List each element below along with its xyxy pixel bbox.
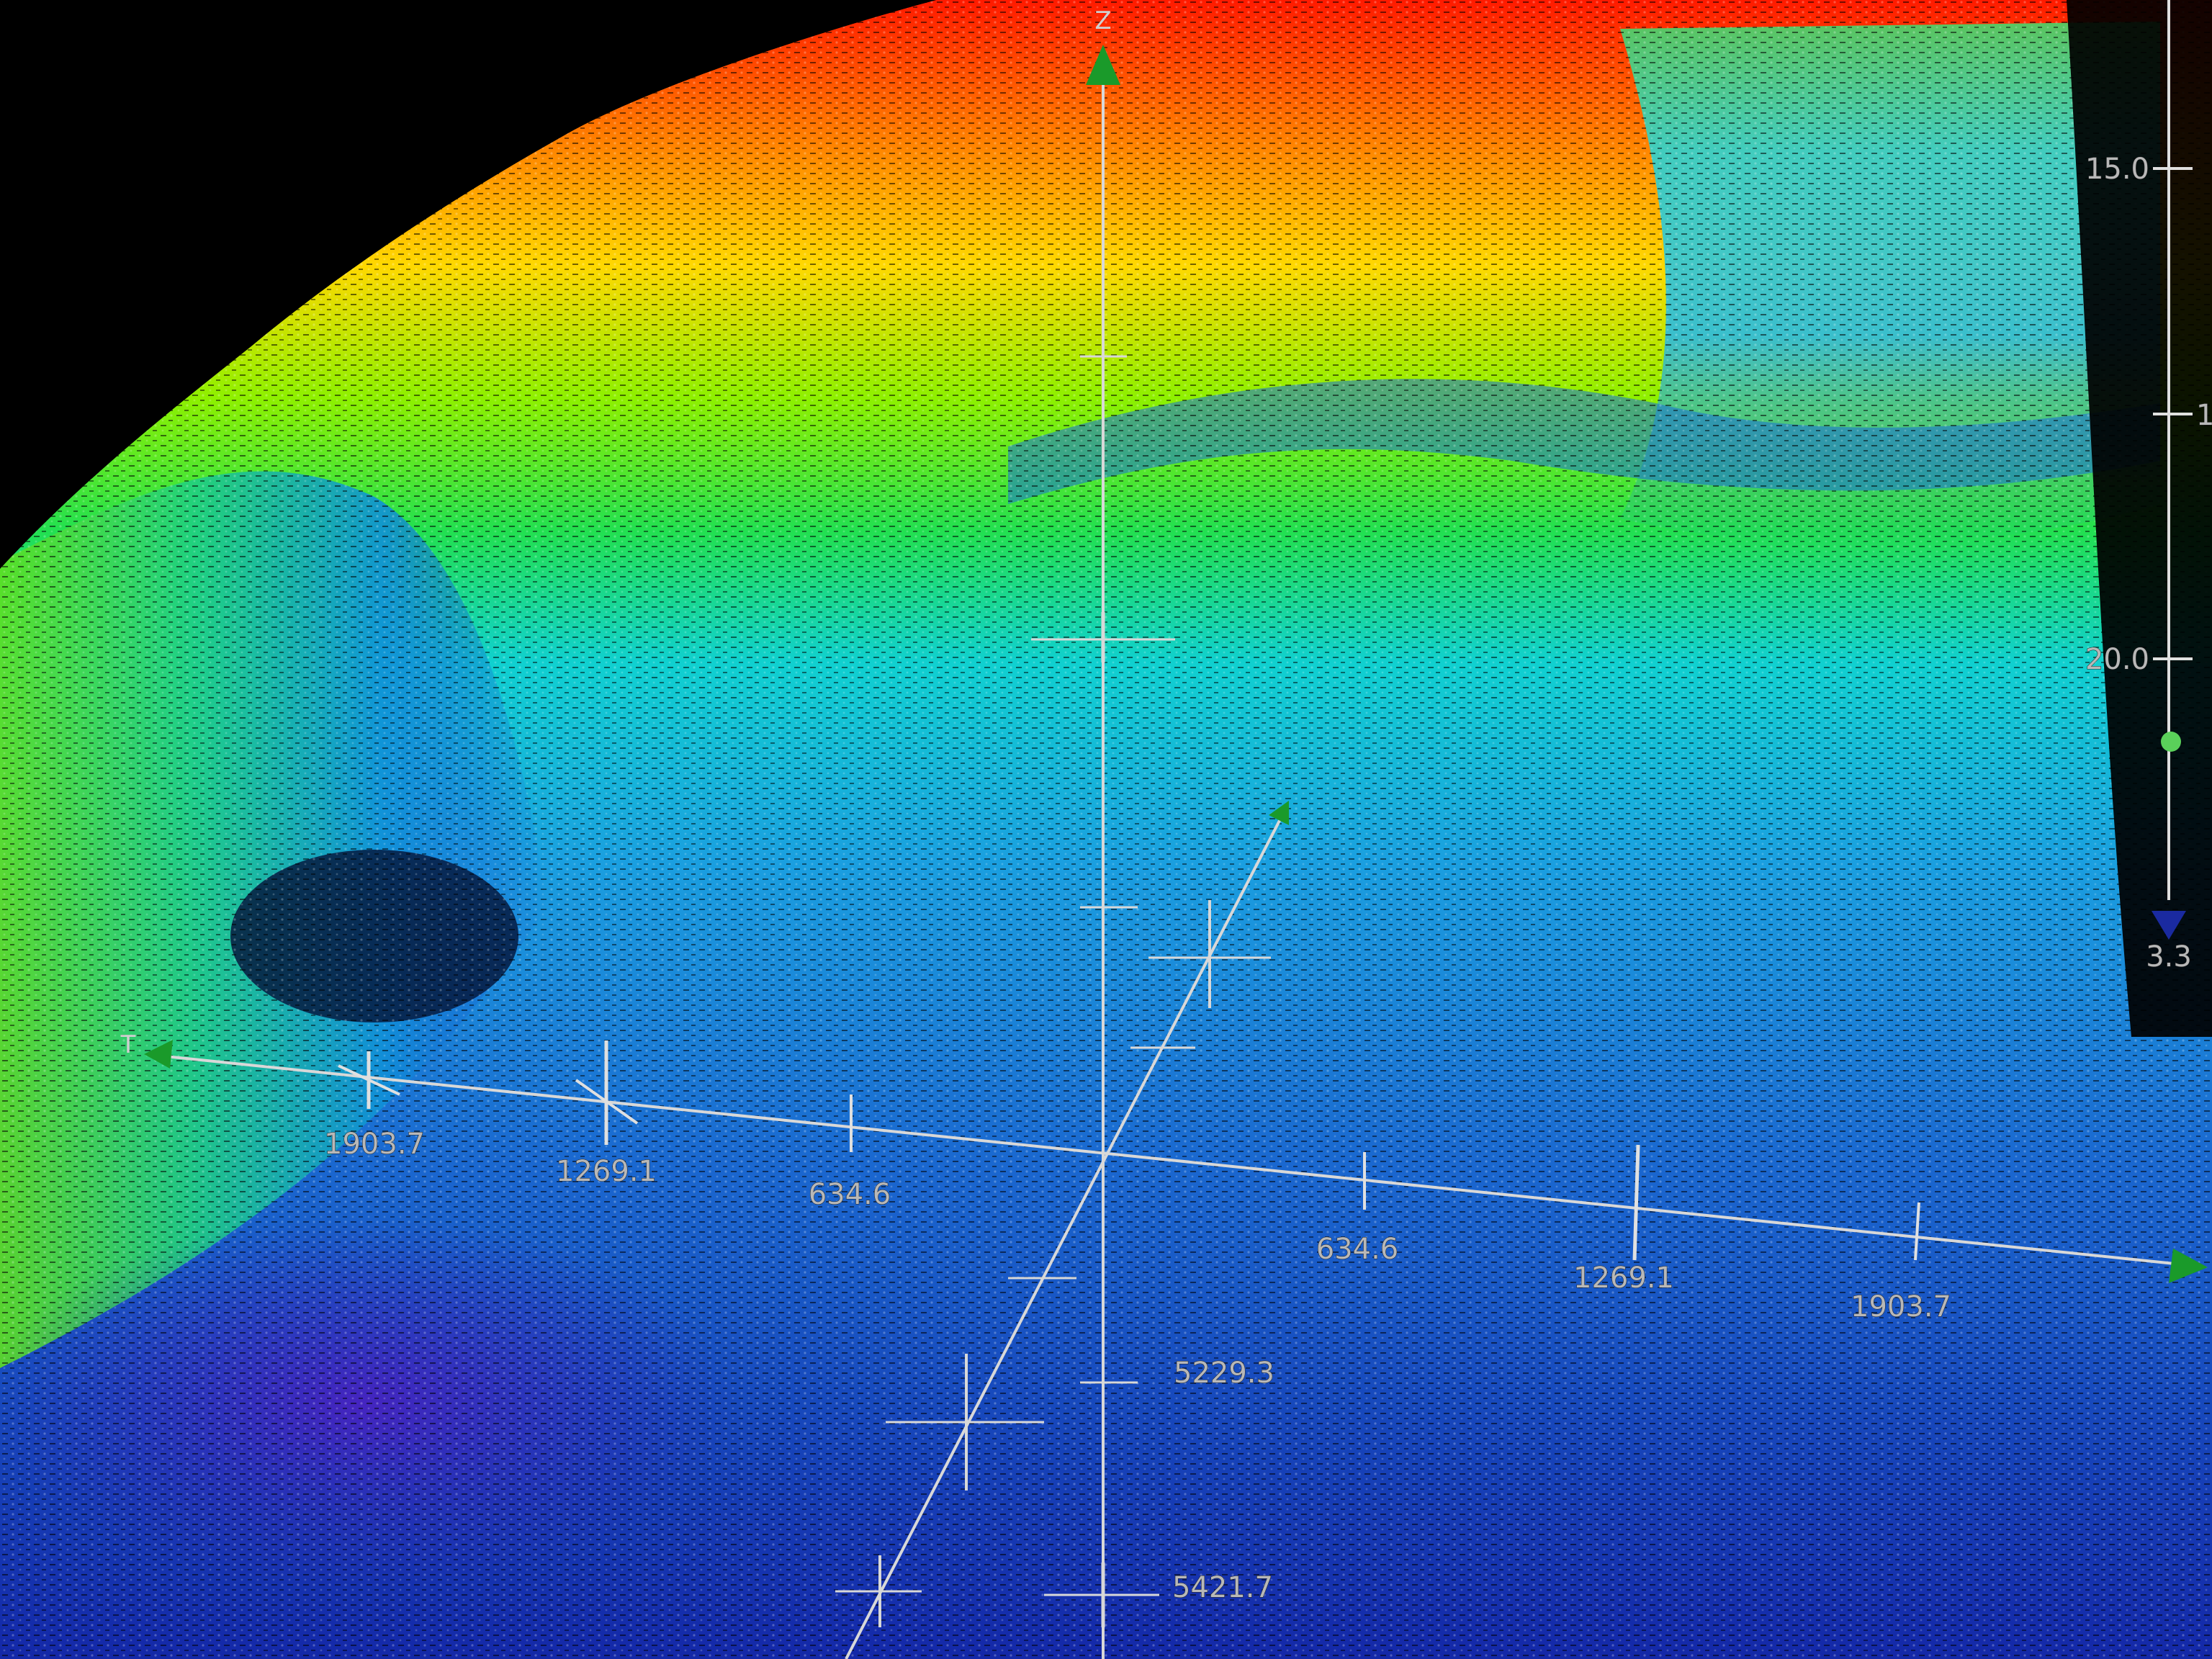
scale-tick-label: 10.0 [2196, 399, 2212, 432]
scale-min-label: 3.3 [2146, 940, 2192, 974]
x-tick-label: 1903.7 [1851, 1290, 1951, 1323]
point-cloud-scene[interactable]: Z T 1903.7 1269.1 634.6 634.6 1269.1 190… [0, 0, 2212, 1659]
x-tick-label: 634.6 [1316, 1233, 1399, 1266]
z-axis-label: Z [1094, 6, 1111, 35]
y-tick-label: 5229.3 [1174, 1357, 1274, 1390]
x-tick-label: 1903.7 [324, 1128, 425, 1161]
x-tick-label: 1269.1 [556, 1155, 657, 1188]
y-tick-label: 5421.7 [1172, 1571, 1273, 1604]
point-cloud-viewport[interactable]: Z T 1903.7 1269.1 634.6 634.6 1269.1 190… [0, 0, 2212, 1659]
x-tick-label: 634.6 [809, 1178, 891, 1211]
terrain-surface [0, 0, 2212, 1659]
x-tick-label: 1269.1 [1573, 1262, 1674, 1295]
scale-range-handle[interactable] [2161, 732, 2181, 752]
x-axis-label: T [120, 1030, 136, 1059]
scale-tick-label: 15.0 [2085, 153, 2149, 186]
scale-tick-label: 20.0 [2085, 643, 2149, 676]
